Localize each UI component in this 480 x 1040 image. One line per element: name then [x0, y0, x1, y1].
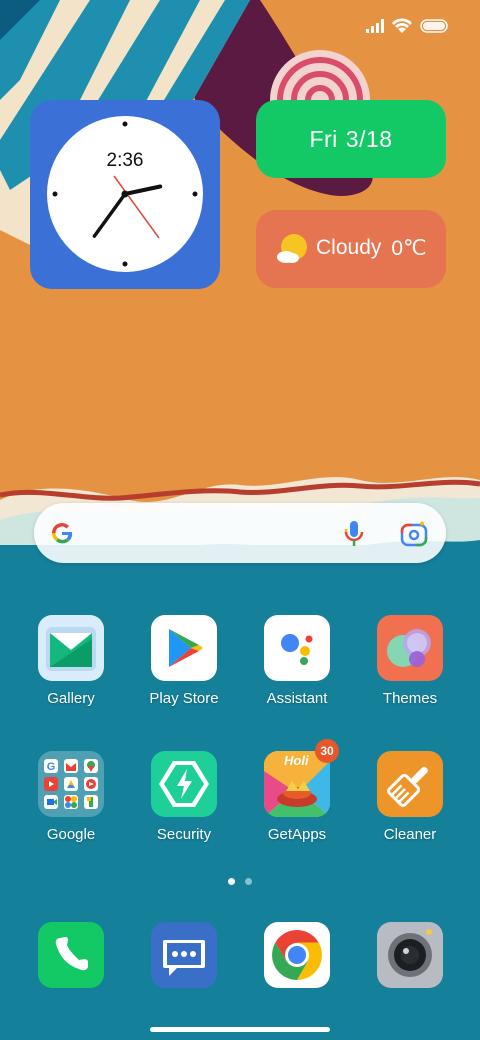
app-label: Themes — [382, 690, 438, 707]
google-g-icon — [52, 523, 73, 544]
dock-messages[interactable] — [151, 922, 217, 988]
svg-text:G: G — [47, 761, 56, 773]
hour-hand — [123, 184, 163, 196]
google-search-bar[interactable] — [34, 503, 446, 563]
app-play-store[interactable]: Play Store — [129, 615, 239, 707]
mic-icon[interactable] — [342, 519, 366, 549]
app-google-folder[interactable]: G Google — [16, 751, 126, 843]
app-label: Cleaner — [383, 826, 437, 843]
app-gallery[interactable]: Gallery — [16, 615, 126, 707]
app-security[interactable]: Security — [129, 751, 239, 843]
date-widget[interactable]: Fri 3/18 — [256, 100, 446, 178]
app-themes[interactable]: Themes — [355, 615, 465, 707]
phone-icon — [55, 937, 88, 971]
weather-temperature: 0℃ — [391, 237, 427, 260]
minute-hand — [92, 192, 127, 238]
date-value: 3/18 — [345, 125, 393, 152]
status-bar — [0, 0, 480, 56]
dock-phone[interactable] — [38, 922, 104, 988]
clock-widget[interactable]: 2:36 — [30, 100, 220, 289]
camera-icon — [388, 929, 432, 977]
gallery-icon — [38, 615, 104, 681]
page-dot[interactable] — [245, 878, 252, 885]
security-icon — [151, 751, 217, 817]
play-store-icon — [151, 615, 217, 681]
themes-icon — [377, 615, 443, 681]
weather-condition: Cloudy — [316, 236, 382, 259]
app-label: GetApps — [267, 826, 327, 843]
app-label: Assistant — [266, 690, 328, 707]
clock-time: 2:36 — [106, 150, 144, 171]
app-label: Security — [156, 826, 212, 843]
date-weekday: Fri — [309, 125, 338, 152]
assistant-icon — [264, 615, 330, 681]
google-folder-icon: G — [38, 751, 104, 817]
app-label: Play Store — [149, 690, 219, 707]
app-getapps[interactable]: Holi GetApps — [242, 751, 352, 843]
page-dot-active[interactable] — [228, 878, 235, 885]
home-indicator[interactable] — [150, 1027, 330, 1032]
partly-cloudy-icon — [277, 234, 307, 263]
chrome-icon — [272, 930, 322, 980]
analog-clock: 2:36 — [47, 116, 203, 272]
page-indicator — [0, 878, 480, 885]
app-assistant[interactable]: Assistant — [242, 615, 352, 707]
battery-icon — [420, 19, 448, 33]
app-label: Google — [46, 826, 96, 843]
dock-chrome[interactable] — [264, 922, 330, 988]
app-cleaner[interactable]: Cleaner — [355, 751, 465, 843]
weather-widget[interactable]: Cloudy 0℃ — [256, 210, 446, 288]
messages-icon — [163, 940, 205, 976]
lens-icon[interactable] — [400, 521, 428, 547]
dock-camera[interactable] — [377, 922, 443, 988]
signal-icon — [366, 19, 384, 33]
notification-badge: 30 — [315, 739, 339, 763]
getapps-banner: Holi — [284, 753, 309, 768]
wifi-icon — [392, 18, 412, 33]
cleaner-icon — [377, 751, 443, 817]
second-hand — [113, 175, 160, 239]
app-label: Gallery — [47, 690, 95, 707]
